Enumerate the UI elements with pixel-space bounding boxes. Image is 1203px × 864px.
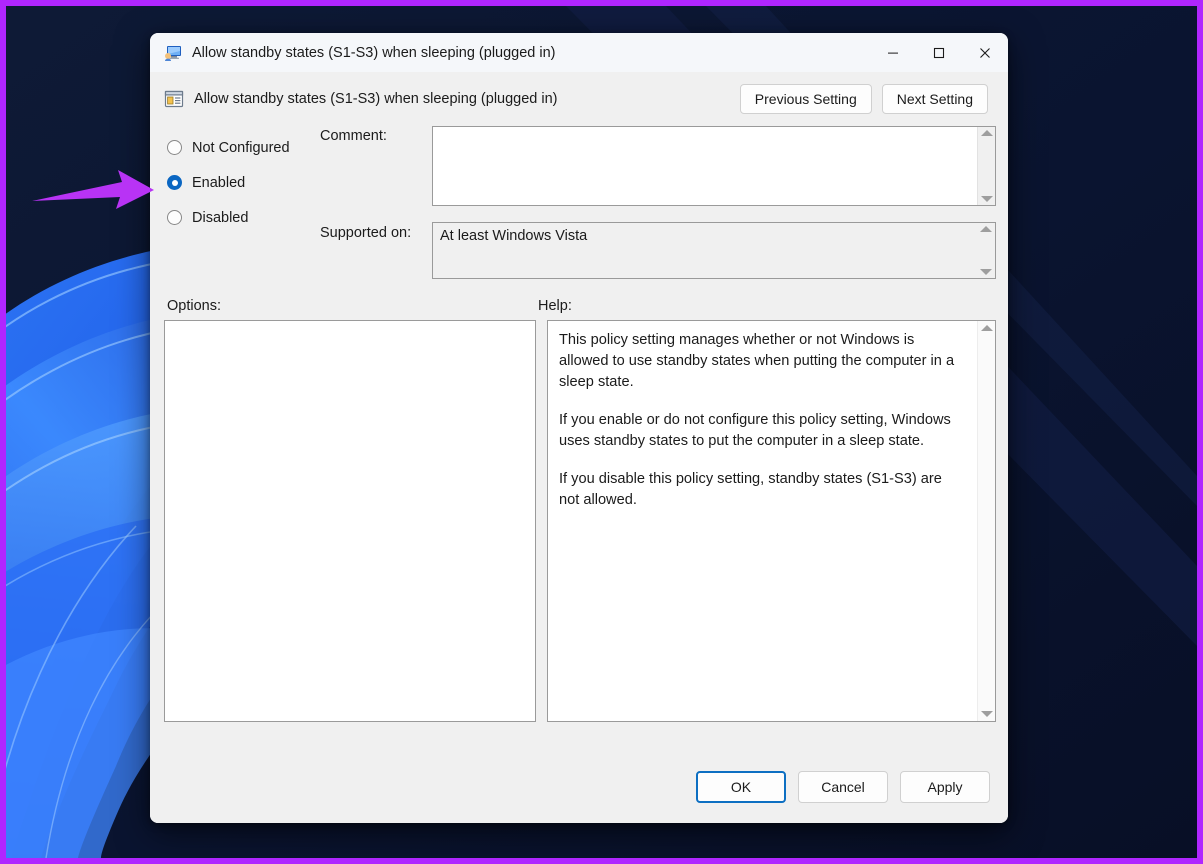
pointer-arrow-to-enabled-radio	[30, 168, 156, 218]
previous-setting-button[interactable]: Previous Setting	[739, 84, 872, 114]
supported-on-wrapper: At least Windows Vista	[432, 222, 996, 279]
triangle-down-icon[interactable]	[980, 269, 992, 275]
dialog-titlebar[interactable]: Allow standby states (S1-S3) when sleepi…	[150, 33, 1008, 72]
supported-on-value: At least Windows Vista	[433, 223, 977, 278]
radio-enabled[interactable]: Enabled	[167, 165, 320, 200]
dialog-body: Allow standby states (S1-S3) when sleepi…	[150, 72, 1008, 756]
window-controls	[870, 33, 1008, 72]
radio-disabled[interactable]: Disabled	[167, 200, 320, 235]
triangle-up-icon[interactable]	[980, 130, 993, 136]
comment-scrollbar[interactable]	[977, 127, 995, 205]
supported-on-scrollbar[interactable]	[977, 223, 995, 278]
next-setting-button[interactable]: Next Setting	[881, 84, 988, 114]
radio-enabled-indicator	[167, 175, 182, 190]
setting-navigation: Previous Setting Next Setting	[739, 84, 994, 114]
desktop-screen: Allow standby states (S1-S3) when sleepi…	[0, 0, 1203, 864]
window-title: Allow standby states (S1-S3) when sleepi…	[192, 44, 556, 61]
group-policy-setting-icon	[164, 89, 184, 109]
group-policy-setting-dialog: Allow standby states (S1-S3) when sleepi…	[150, 33, 1008, 823]
supported-on-label: Supported on:	[320, 225, 412, 241]
policy-header-row: Allow standby states (S1-S3) when sleepi…	[162, 72, 996, 122]
close-icon	[980, 47, 990, 58]
comment-label: Comment:	[320, 128, 387, 144]
help-panel: This policy setting manages whether or n…	[547, 320, 996, 722]
apply-button[interactable]: Apply	[900, 770, 990, 803]
maximize-button[interactable]	[916, 33, 962, 72]
help-label: Help:	[538, 298, 572, 314]
comment-and-supported-area: Comment: Supported on: At least Windows …	[320, 126, 996, 279]
cancel-button[interactable]: Cancel	[798, 770, 888, 803]
policy-title: Allow standby states (S1-S3) when sleepi…	[194, 91, 558, 107]
options-label: Options:	[167, 298, 221, 314]
help-paragraph: This policy setting manages whether or n…	[559, 332, 955, 390]
ok-button[interactable]: OK	[696, 770, 786, 803]
minimize-button[interactable]	[870, 33, 916, 72]
help-scrollbar[interactable]	[977, 321, 995, 721]
help-paragraph: If you disable this policy setting, stan…	[559, 471, 942, 508]
policy-state-radio-group: Not Configured Enabled Disabled	[162, 126, 320, 279]
radio-not-configured-label: Not Configured	[192, 139, 290, 156]
policy-monitor-icon	[164, 45, 182, 61]
triangle-down-icon[interactable]	[980, 711, 993, 717]
maximize-icon	[933, 47, 945, 58]
radio-not-configured-indicator	[167, 140, 182, 155]
minimize-icon	[888, 52, 898, 54]
supported-on-row: Supported on: At least Windows Vista	[320, 220, 996, 279]
dialog-footer: OK Cancel Apply	[150, 756, 1008, 823]
help-text: This policy setting manages whether or n…	[548, 321, 977, 721]
state-and-comment-section: Not Configured Enabled Disabled Comment:	[162, 122, 996, 279]
close-button[interactable]	[962, 33, 1008, 72]
triangle-up-icon[interactable]	[980, 325, 993, 331]
comment-row: Comment:	[320, 126, 996, 206]
radio-disabled-indicator	[167, 210, 182, 225]
panel-labels-row: Options: Help:	[162, 279, 996, 320]
radio-not-configured[interactable]: Not Configured	[167, 130, 320, 165]
options-and-help-panels: This policy setting manages whether or n…	[162, 320, 996, 722]
triangle-up-icon[interactable]	[980, 226, 992, 232]
comment-textarea[interactable]	[433, 127, 977, 205]
radio-enabled-label: Enabled	[192, 174, 246, 191]
triangle-down-icon[interactable]	[980, 196, 993, 202]
comment-textarea-wrapper[interactable]	[432, 126, 996, 206]
radio-disabled-label: Disabled	[192, 209, 249, 226]
options-panel[interactable]	[164, 320, 536, 722]
help-paragraph: If you enable or do not configure this p…	[559, 412, 951, 449]
